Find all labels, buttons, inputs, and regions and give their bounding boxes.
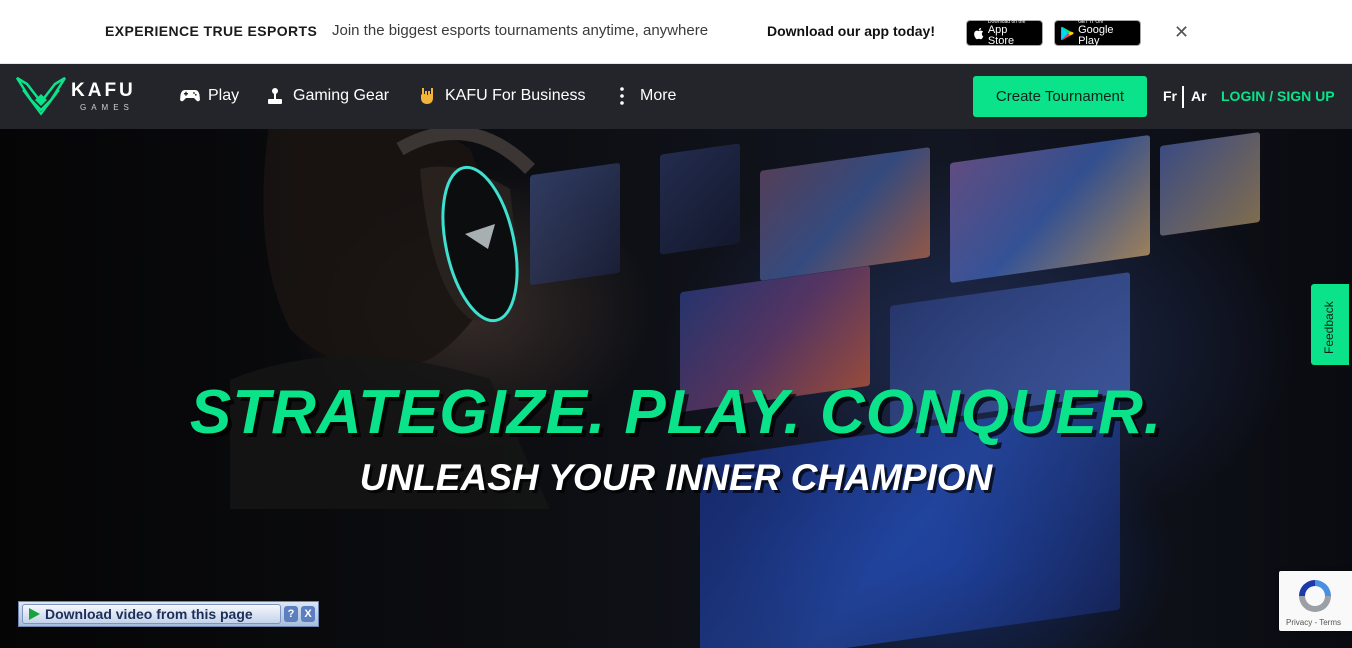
hero-title: STRATEGIZE. PLAY. CONQUER. (189, 378, 1163, 447)
background-screen (950, 134, 1150, 284)
nav-kafu-for-business[interactable]: KAFU For Business (417, 86, 585, 106)
rock-hand-icon (417, 86, 437, 106)
hero-banner: STRATEGIZE. PLAY. CONQUER. UNLEASH YOUR … (0, 129, 1352, 648)
promo-title: EXPERIENCE TRUE ESPORTS (105, 23, 318, 39)
app-store-button[interactable]: Download on the App Store (966, 19, 1043, 47)
logo-subtitle: GAMES (80, 103, 134, 112)
main-navbar: KAFU GAMES Play Gaming Gear KAFU For Bus… (0, 64, 1352, 129)
create-tournament-button[interactable]: Create Tournament (973, 76, 1147, 117)
language-ar[interactable]: Ar (1191, 88, 1207, 104)
play-arrow-icon (29, 608, 40, 620)
google-play-icon (1061, 26, 1074, 40)
nav-more-label: More (640, 87, 677, 104)
help-icon[interactable]: ? (284, 606, 298, 622)
close-icon[interactable]: ✕ (1174, 22, 1189, 43)
apple-icon (974, 27, 984, 39)
background-screen (660, 143, 740, 255)
nav-gaming-gear[interactable]: Gaming Gear (265, 86, 389, 106)
language-fr[interactable]: Fr (1163, 88, 1177, 104)
hero-subtitle: UNLEASH YOUR INNER CHAMPION (359, 457, 993, 498)
joystick-icon (265, 86, 285, 106)
nav-play-label: Play (208, 87, 240, 104)
nav-kafu-for-business-label: KAFU For Business (445, 87, 586, 104)
login-signup-link[interactable]: LOGIN / SIGN UP (1221, 88, 1335, 104)
promo-cta: Download our app today! (767, 23, 935, 39)
background-screen (1160, 131, 1260, 237)
gamepad-icon (180, 86, 200, 106)
promo-text: Join the biggest esports tournaments any… (332, 22, 709, 39)
recaptcha-icon (1299, 580, 1331, 612)
recaptcha-links: Privacy - Terms (1286, 618, 1341, 627)
recaptcha-privacy-link[interactable]: Privacy (1286, 618, 1312, 627)
more-vertical-icon (612, 86, 632, 106)
feedback-tab[interactable]: Feedback (1311, 284, 1349, 365)
google-play-label: Google Play (1078, 24, 1114, 47)
promo-banner: EXPERIENCE TRUE ESPORTS Join the biggest… (0, 0, 1352, 64)
google-play-button[interactable]: GET IT ON Google Play (1054, 19, 1141, 47)
nav-more[interactable]: More (612, 86, 676, 106)
language-divider (1182, 86, 1184, 108)
background-screen (760, 147, 930, 281)
download-video-label: Download video from this page (45, 606, 253, 622)
nav-play[interactable]: Play (180, 86, 239, 106)
download-video-button[interactable]: Download video from this page (22, 604, 281, 624)
kafu-logo[interactable]: KAFU GAMES (15, 76, 150, 118)
kafu-wings-logo-icon (15, 76, 67, 116)
nav-gaming-gear-label: Gaming Gear (293, 87, 390, 104)
recaptcha-badge[interactable]: Privacy - Terms (1279, 571, 1352, 631)
feedback-label: Feedback (1322, 301, 1336, 354)
download-video-toolbar: Download video from this page ? X (18, 601, 319, 627)
app-store-label: App Store (987, 24, 1015, 47)
gamer-headset-silhouette (230, 129, 550, 509)
recaptcha-terms-link[interactable]: Terms (1319, 618, 1341, 627)
close-icon[interactable]: X (301, 606, 315, 622)
logo-name: KAFU (71, 80, 136, 101)
